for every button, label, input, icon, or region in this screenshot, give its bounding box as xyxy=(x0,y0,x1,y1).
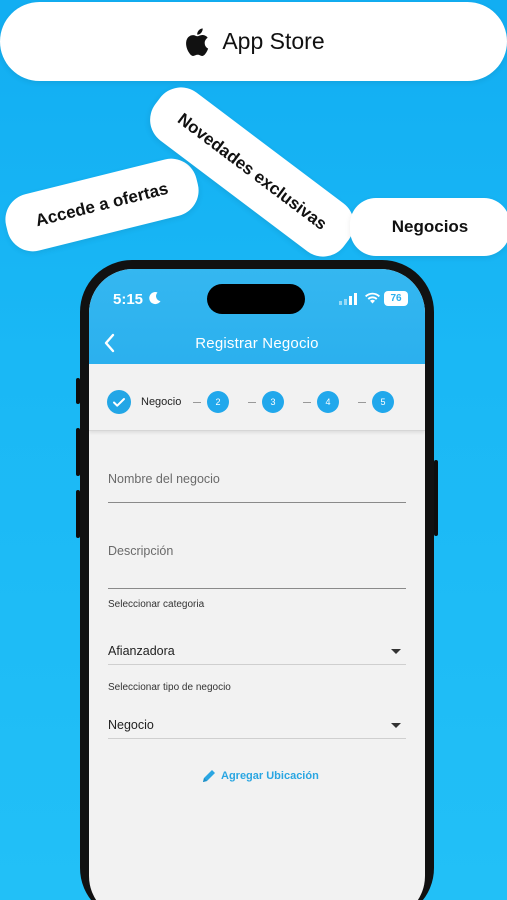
category-label: Seleccionar categoria xyxy=(108,599,205,610)
business-type-label: Seleccionar tipo de negocio xyxy=(108,682,231,693)
volume-down-button xyxy=(76,490,80,538)
nav-bar: Registrar Negocio xyxy=(89,323,425,363)
step-connector xyxy=(358,402,366,403)
description-field[interactable]: Descripción xyxy=(108,544,173,558)
step-5[interactable]: 5 xyxy=(372,391,394,413)
volume-up-button xyxy=(76,428,80,476)
status-time: 5:15 xyxy=(113,291,144,308)
step-1-completed[interactable] xyxy=(107,390,131,414)
app-store-label: App Store xyxy=(222,28,325,54)
app-store-banner: App Store xyxy=(0,2,507,81)
tag-ofertas: Accede a ofertas xyxy=(0,153,205,257)
business-name-field[interactable]: Nombre del negocio xyxy=(108,472,220,486)
page-title: Registrar Negocio xyxy=(195,335,319,352)
step-connector xyxy=(193,402,201,403)
step-4[interactable]: 4 xyxy=(317,391,339,413)
pencil-icon xyxy=(203,770,215,782)
business-type-select[interactable]: Negocio xyxy=(108,718,154,732)
side-button xyxy=(76,378,80,404)
registration-stepper: Negocio 2 3 4 5 xyxy=(89,369,425,431)
app-screen: 5:15 76 Registrar Negocio Negocio 2 3 4 … xyxy=(89,269,425,900)
battery-indicator: 76 xyxy=(384,291,408,306)
add-location-label: Agregar Ubicación xyxy=(221,770,319,782)
step-connector xyxy=(303,402,311,403)
category-underline xyxy=(108,664,406,665)
category-dropdown-icon[interactable] xyxy=(391,649,401,654)
step-3[interactable]: 3 xyxy=(262,391,284,413)
status-bar: 5:15 76 xyxy=(89,269,425,317)
step-1-label: Negocio xyxy=(141,396,182,408)
dynamic-island xyxy=(207,284,305,314)
wifi-icon xyxy=(365,292,380,304)
add-location-button[interactable]: Agregar Ubicación xyxy=(201,767,321,785)
business-name-underline xyxy=(108,502,406,503)
step-connector xyxy=(248,402,256,403)
check-icon xyxy=(113,398,125,407)
power-button xyxy=(434,460,438,536)
category-select[interactable]: Afianzadora xyxy=(108,644,175,658)
step-2[interactable]: 2 xyxy=(207,391,229,413)
description-underline xyxy=(108,588,406,589)
business-type-dropdown-icon[interactable] xyxy=(391,723,401,728)
signal-icon xyxy=(339,293,357,305)
phone-frame: 5:15 76 Registrar Negocio Negocio 2 3 4 … xyxy=(76,260,438,900)
tag-negocios: Negocios xyxy=(350,198,507,256)
moon-icon xyxy=(149,292,161,305)
apple-icon xyxy=(186,27,209,56)
business-type-underline xyxy=(108,738,406,739)
